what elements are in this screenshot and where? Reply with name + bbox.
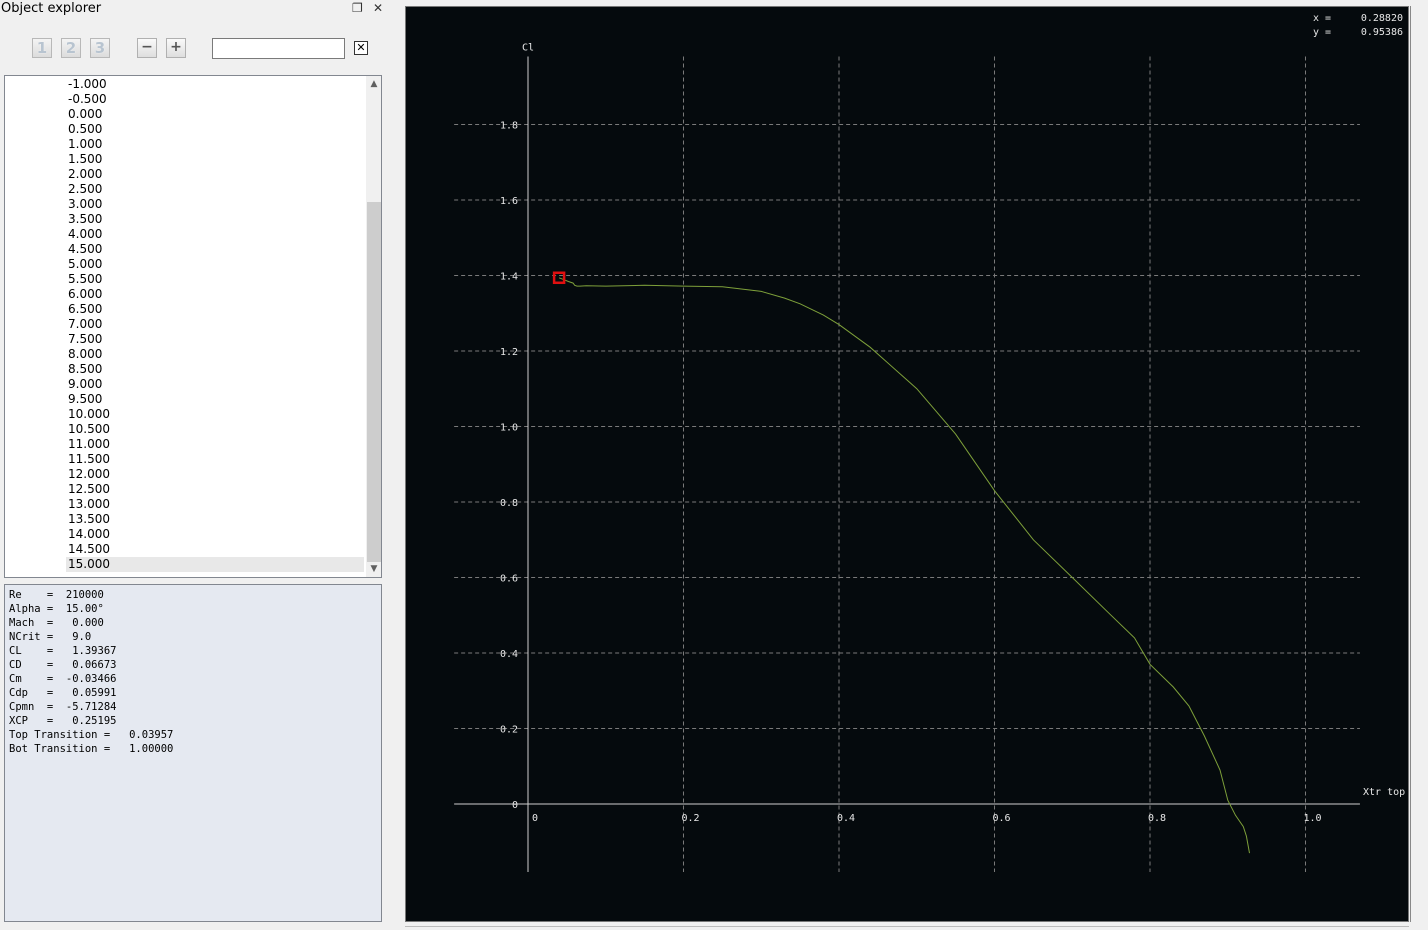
y-tick-label: 1.4	[500, 272, 518, 283]
tree-item-alpha[interactable]: 2.000	[68, 167, 102, 182]
filter-input[interactable]	[212, 38, 345, 59]
y-tick-label: 1.6	[500, 196, 518, 207]
close-panel-icon[interactable]: ✕	[373, 0, 383, 17]
tree-item-alpha[interactable]: 11.000	[68, 437, 110, 452]
tree-item-alpha[interactable]: 9.000	[68, 377, 102, 392]
collapse-all-button[interactable]: −	[137, 38, 157, 58]
tree-item-alpha[interactable]: 10.000	[68, 407, 110, 422]
y-axis-title: Cl	[522, 43, 534, 54]
y-tick-label: 0.8	[500, 498, 518, 509]
tree-item-alpha[interactable]: 2.500	[68, 182, 102, 197]
expand-all-button[interactable]: +	[166, 38, 186, 58]
x-tick-label: 0.8	[1148, 813, 1166, 824]
operating-point-properties: Re = 210000 Alpha = 15.00° Mach = 0.000 …	[9, 589, 174, 755]
tree-item-alpha[interactable]: 11.500	[68, 452, 110, 467]
clear-filter-button[interactable]: ✕	[354, 41, 368, 55]
y-tick-label: 1.0	[500, 423, 518, 434]
tree-item-alpha[interactable]: -1.000	[68, 77, 107, 92]
y-tick-label: 0.4	[500, 649, 518, 660]
level-1-button[interactable]: 1	[32, 38, 52, 58]
tree-item-alpha[interactable]: 12.500	[68, 482, 110, 497]
cursor-y-label: y =	[1313, 27, 1331, 38]
tree-item-alpha[interactable]: 1.500	[68, 152, 102, 167]
tree-item-alpha[interactable]: 3.000	[68, 197, 102, 212]
tree-item-alpha[interactable]: 3.500	[68, 212, 102, 227]
y-tick-label: 1.2	[500, 347, 518, 358]
operating-point-marker[interactable]	[552, 271, 566, 285]
tree-item-alpha[interactable]: 9.500	[68, 392, 102, 407]
graph-side-scrollbar[interactable]	[1410, 6, 1428, 922]
level-2-button[interactable]: 2	[61, 38, 81, 58]
tree-item-alpha[interactable]: 7.500	[68, 332, 102, 347]
tree-item-alpha[interactable]: 14.500	[68, 542, 110, 557]
tree-item-alpha[interactable]: 4.000	[68, 227, 102, 242]
explorer-toolbar: 1 2 3 − + ✕	[0, 36, 392, 62]
scroll-down-icon[interactable]: ▼	[366, 561, 381, 577]
cursor-x-label: x =	[1313, 13, 1331, 24]
tree-item-alpha[interactable]: 0.500	[68, 122, 102, 137]
tree-item-alpha[interactable]: 13.500	[68, 512, 110, 527]
polar-graph[interactable]: 0 0.2 0.4 0.6 0.8 1.0 0 0.2 0.4 0.6 0.8 1.0 1.2 1.4 1.…	[405, 6, 1409, 922]
y-tick-label: 0.6	[500, 574, 518, 585]
tree-item-alpha[interactable]: -0.500	[68, 92, 107, 107]
tree-scrollbar[interactable]: ▲ ▼	[366, 76, 381, 577]
scrollbar-thumb[interactable]	[367, 202, 381, 562]
cursor-y-value: 0.95386	[1361, 27, 1403, 38]
x-tick-label: 0.2	[681, 813, 699, 824]
tree-item-alpha[interactable]: 15.000	[66, 557, 364, 572]
cl-vs-xtr-curve	[558, 277, 1250, 854]
float-window-icon[interactable]: ❐	[352, 0, 363, 17]
tree-item-alpha[interactable]: 8.000	[68, 347, 102, 362]
tree-item-alpha[interactable]: 10.500	[68, 422, 110, 437]
tree-item-alpha[interactable]: 14.000	[68, 527, 110, 542]
x-axis-title: Xtr top	[1363, 787, 1405, 798]
tree-item-alpha[interactable]: 0.000	[68, 107, 102, 122]
tree-item-alpha[interactable]: 6.000	[68, 287, 102, 302]
divider	[405, 926, 1409, 927]
x-tick-label: 0	[532, 813, 538, 824]
y-tick-label: 1.8	[500, 121, 518, 132]
y-tick-label: 0	[512, 800, 518, 811]
x-tick-label: 0.6	[992, 813, 1010, 824]
panel-titlebar: Object explorer ❐ ✕	[0, 0, 392, 18]
panel-title: Object explorer	[1, 1, 102, 16]
tree-item-alpha[interactable]: 5.000	[68, 257, 102, 272]
object-tree[interactable]: -1.000 -0.500 0.000 0.500 1.000 1.500 2.000 2.5…	[4, 75, 382, 578]
level-3-button[interactable]: 3	[90, 38, 110, 58]
properties-panel: Re = 210000 Alpha = 15.00° Mach = 0.000 …	[4, 584, 382, 922]
tree-item-alpha[interactable]: 4.500	[68, 242, 102, 257]
tree-item-alpha[interactable]: 8.500	[68, 362, 102, 377]
x-tick-label: 0.4	[837, 813, 855, 824]
tree-item-alpha[interactable]: 6.500	[68, 302, 102, 317]
tree-item-alpha[interactable]: 12.000	[68, 467, 110, 482]
tree-item-alpha[interactable]: 5.500	[68, 272, 102, 287]
tree-item-alpha[interactable]: 1.000	[68, 137, 102, 152]
chart-canvas[interactable]: 0 0.2 0.4 0.6 0.8 1.0 0 0.2 0.4 0.6 0.8 1.0 1.2 1.4 1.…	[406, 7, 1408, 921]
x-tick-label: 1.0	[1303, 813, 1321, 824]
scroll-up-icon[interactable]: ▲	[366, 76, 381, 92]
tree-item-alpha[interactable]: 13.000	[68, 497, 110, 512]
y-tick-label: 0.2	[500, 725, 518, 736]
cursor-x-value: 0.28820	[1361, 13, 1403, 24]
tree-item-alpha[interactable]: 7.000	[68, 317, 102, 332]
